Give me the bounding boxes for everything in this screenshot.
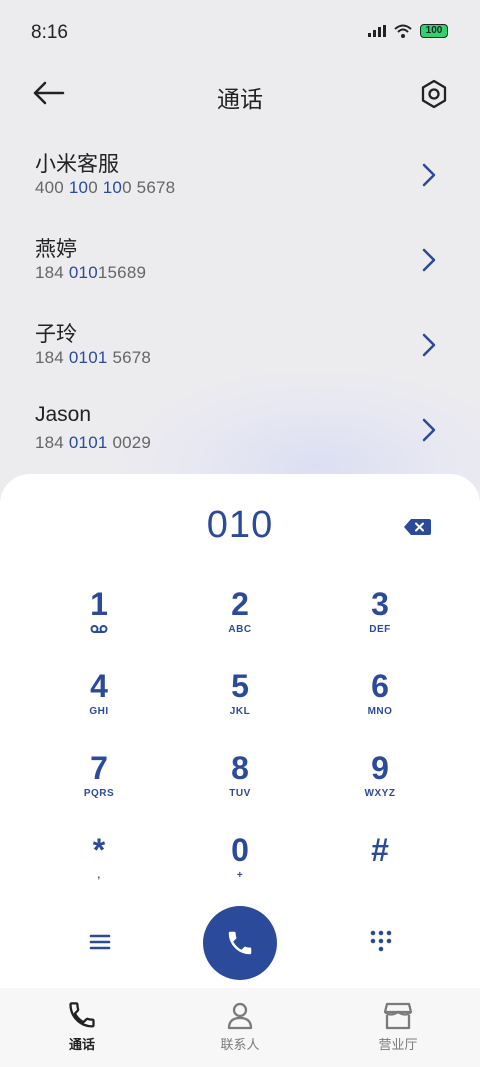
store-icon: [383, 1002, 413, 1030]
bottom-tab-bar: 通话 联系人 营业厅: [0, 988, 480, 1067]
contact-name: 小米客服: [35, 153, 119, 176]
battery-icon: 100: [420, 24, 448, 38]
key-8[interactable]: 8 TUV: [180, 750, 300, 824]
tab-label: 营业厅: [378, 1037, 418, 1052]
chevron-right-icon[interactable]: [420, 245, 438, 275]
dialer-panel: 010 1 2 ABC 3 DEF 4 GHI 5 JKL 6 MNO 7 PQ…: [0, 474, 480, 994]
signal-icon: [368, 25, 386, 37]
key-7[interactable]: 7 PQRS: [39, 750, 159, 824]
key-star[interactable]: * ,: [39, 832, 159, 906]
contact-row[interactable]: Jason 184 0101 0029: [0, 391, 480, 476]
contact-row[interactable]: 小米客服 400 100 100 5678: [0, 136, 480, 221]
key-9[interactable]: 9 WXYZ: [320, 750, 440, 824]
tab-label: 联系人: [220, 1037, 260, 1052]
delete-button[interactable]: [402, 516, 434, 538]
contact-row[interactable]: 子玲 184 0101 5678: [0, 306, 480, 391]
contact-row[interactable]: 燕婷 184 01015689: [0, 221, 480, 306]
phone-icon: [228, 931, 252, 955]
chevron-right-icon[interactable]: [420, 160, 438, 190]
tab-calls[interactable]: 通话: [22, 988, 142, 1067]
settings-button[interactable]: [418, 78, 450, 110]
key-1[interactable]: 1: [39, 586, 159, 660]
contact-phone: 184 01015689: [35, 263, 147, 282]
phone-icon: [69, 1002, 95, 1028]
keypad-dots-icon: [370, 930, 392, 952]
key-3[interactable]: 3 DEF: [320, 586, 440, 660]
back-arrow-icon: [33, 81, 65, 105]
contact-phone: 184 0101 0029: [35, 433, 152, 452]
status-icons: 100: [368, 24, 448, 38]
page-title: 通话: [217, 86, 263, 112]
wifi-icon: [394, 24, 412, 38]
contact-phone: 400 100 100 5678: [35, 178, 176, 197]
tab-store[interactable]: 营业厅: [338, 988, 458, 1067]
contact-name: Jason: [35, 403, 92, 426]
key-0[interactable]: 0 +: [180, 832, 300, 906]
key-6[interactable]: 6 MNO: [320, 668, 440, 742]
key-5[interactable]: 5 JKL: [180, 668, 300, 742]
app-header: 通话: [0, 66, 480, 122]
settings-hexagon-icon: [421, 79, 447, 109]
status-bar: 8:16 100: [0, 0, 480, 66]
back-button[interactable]: [30, 78, 66, 108]
keypad-toggle-button[interactable]: [368, 928, 394, 954]
contact-name: 燕婷: [35, 238, 77, 261]
contact-name: 子玲: [35, 323, 77, 346]
call-button[interactable]: [203, 906, 277, 980]
key-hash[interactable]: #: [320, 832, 440, 906]
menu-icon: [89, 934, 111, 950]
tab-contacts[interactable]: 联系人: [180, 988, 300, 1067]
key-2[interactable]: 2 ABC: [180, 586, 300, 660]
chevron-right-icon[interactable]: [420, 330, 438, 360]
voicemail-icon: [90, 625, 108, 633]
contact-list: 小米客服 400 100 100 5678 燕婷 184 01015689 子玲…: [0, 136, 480, 476]
chevron-right-icon[interactable]: [420, 415, 438, 445]
key-4[interactable]: 4 GHI: [39, 668, 159, 742]
status-time: 8:16: [31, 22, 68, 43]
tab-label: 通话: [68, 1037, 95, 1052]
menu-button[interactable]: [88, 932, 112, 952]
contact-phone: 184 0101 5678: [35, 348, 152, 367]
person-icon: [227, 1002, 253, 1030]
backspace-icon: [404, 519, 431, 535]
